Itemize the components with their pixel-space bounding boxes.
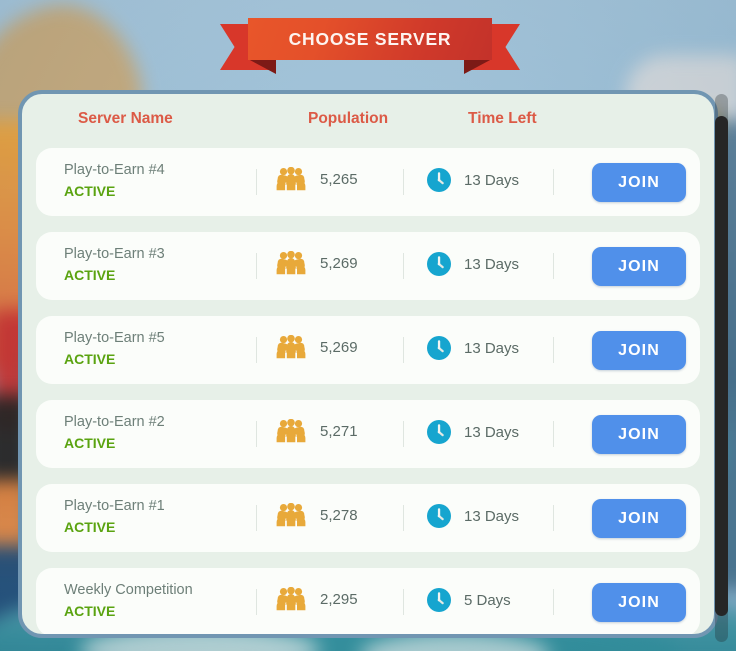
people-group-icon [276,587,306,611]
people-group-icon [276,335,306,359]
time-left-value: 13 Days [464,339,520,357]
status-badge: ACTIVE [64,603,116,619]
column-divider [256,505,257,531]
status-badge: ACTIVE [64,351,116,367]
table-header: Server Name Population Time Left [36,94,700,148]
population-cell: 5,265 [276,167,358,191]
clock-icon [426,503,452,529]
column-divider [553,337,554,363]
time-left-cell: 13 Days [426,419,519,445]
time-left-cell: 13 Days [426,503,519,529]
column-header-server-name: Server Name [78,110,173,127]
server-name-cell: Play-to-Earn #4 ACTIVE [64,161,165,201]
population-cell: 2,295 [276,587,358,611]
server-name-cell: Play-to-Earn #3 ACTIVE [64,245,165,285]
game-server-selection-screen: CHOOSE SERVER Server Name Population Tim… [0,0,736,651]
population-value: 5,278 [320,506,358,524]
server-name-cell: Weekly Competition ACTIVE [64,581,193,621]
clock-icon [426,587,452,613]
time-left-value: 13 Days [464,507,520,525]
server-name-label: Play-to-Earn #4 [64,162,165,178]
join-button[interactable]: JOIN [592,415,686,454]
time-left-value: 5 Days [464,591,511,609]
column-divider [256,253,257,279]
population-value: 2,295 [320,590,358,608]
join-button[interactable]: JOIN [592,583,686,622]
server-name-label: Play-to-Earn #1 [64,498,165,514]
people-group-icon [276,251,306,275]
clock-icon [426,167,452,193]
population-cell: 5,278 [276,503,358,527]
column-divider [403,337,404,363]
scrollbar-thumb[interactable] [715,116,728,616]
time-left-cell: 13 Days [426,167,519,193]
time-left-cell: 5 Days [426,587,511,613]
clock-icon [426,419,452,445]
table-row-0[interactable]: Play-to-Earn #4 ACTIVE 5,265 13 Days JOI… [36,148,700,216]
column-divider [403,253,404,279]
table-row-5[interactable]: Weekly Competition ACTIVE 2,295 5 Days J… [36,568,700,634]
column-divider [553,169,554,195]
column-divider [553,505,554,531]
server-name-cell: Play-to-Earn #5 ACTIVE [64,329,165,369]
time-left-value: 13 Days [464,255,520,273]
time-left-cell: 13 Days [426,335,519,361]
table-row-4[interactable]: Play-to-Earn #1 ACTIVE 5,278 13 Days JOI… [36,484,700,552]
column-divider [403,421,404,447]
column-divider [256,337,257,363]
status-badge: ACTIVE [64,435,116,451]
column-divider [403,505,404,531]
population-value: 5,269 [320,254,358,272]
server-list-panel: Server Name Population Time Left Play-to… [18,90,718,638]
population-cell: 5,269 [276,251,358,275]
join-button[interactable]: JOIN [592,163,686,202]
table-row-1[interactable]: Play-to-Earn #3 ACTIVE 5,269 13 Days JOI… [36,232,700,300]
clock-icon [426,251,452,277]
server-name-cell: Play-to-Earn #1 ACTIVE [64,497,165,537]
population-cell: 5,269 [276,335,358,359]
server-name-label: Play-to-Earn #5 [64,330,165,346]
column-divider [403,169,404,195]
population-value: 5,265 [320,170,358,188]
banner-title: CHOOSE SERVER [288,28,452,49]
join-button[interactable]: JOIN [592,247,686,286]
column-divider [553,421,554,447]
column-divider [256,169,257,195]
column-divider [256,421,257,447]
column-divider [553,589,554,615]
column-divider [403,589,404,615]
time-left-value: 13 Days [464,423,520,441]
choose-server-banner: CHOOSE SERVER [220,18,520,76]
server-name-label: Weekly Competition [64,582,193,598]
people-group-icon [276,167,306,191]
status-badge: ACTIVE [64,183,116,199]
time-left-cell: 13 Days [426,251,519,277]
clock-icon [426,335,452,361]
time-left-value: 13 Days [464,171,520,189]
server-list: Play-to-Earn #4 ACTIVE 5,265 13 Days JOI… [36,148,700,634]
status-badge: ACTIVE [64,267,116,283]
server-name-label: Play-to-Earn #3 [64,246,165,262]
banner-band: CHOOSE SERVER [248,18,492,60]
population-value: 5,271 [320,422,358,440]
status-badge: ACTIVE [64,519,116,535]
table-row-2[interactable]: Play-to-Earn #5 ACTIVE 5,269 13 Days JOI… [36,316,700,384]
join-button[interactable]: JOIN [592,499,686,538]
join-button[interactable]: JOIN [592,331,686,370]
population-value: 5,269 [320,338,358,356]
population-cell: 5,271 [276,419,358,443]
server-name-label: Play-to-Earn #2 [64,414,165,430]
column-divider [553,253,554,279]
scrollbar-track[interactable] [715,94,728,642]
table-row-3[interactable]: Play-to-Earn #2 ACTIVE 5,271 13 Days JOI… [36,400,700,468]
server-name-cell: Play-to-Earn #2 ACTIVE [64,413,165,453]
column-divider [256,589,257,615]
column-header-time-left: Time Left [468,110,537,127]
people-group-icon [276,419,306,443]
column-header-population: Population [308,110,389,127]
people-group-icon [276,503,306,527]
